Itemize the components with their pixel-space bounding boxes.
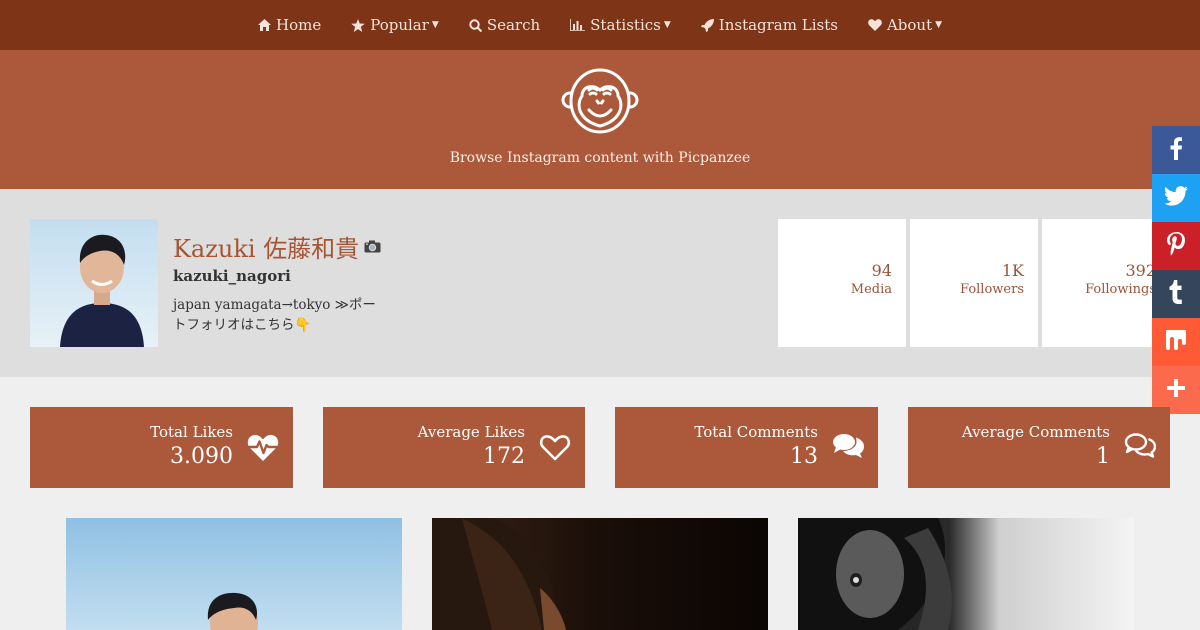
tagline: Browse Instagram content with Picpanzee (449, 150, 751, 166)
facebook-icon (1169, 136, 1183, 164)
media-thumbnail[interactable] (432, 518, 768, 630)
mix-icon (1166, 330, 1186, 354)
chevron-down-icon: ▼ (935, 20, 943, 30)
nav-home-label: Home (275, 16, 322, 34)
heart-icon (868, 19, 882, 31)
profile-name-text: Kazuki 佐藤和貴 (173, 235, 360, 263)
tumblr-icon (1169, 280, 1183, 308)
rocket-icon (700, 18, 714, 32)
average-comments-title: Average Comments (961, 423, 1110, 441)
chevron-down-icon: ▼ (663, 20, 671, 30)
profile-username: kazuki_nagori (173, 267, 291, 285)
top-navigation: Home Popular ▼ Search Statistics ▼ Insta… (0, 0, 1200, 50)
nav-popular-label: Popular (370, 16, 429, 34)
camera-icon (364, 240, 381, 253)
media-thumbnail[interactable] (66, 518, 402, 630)
plus-icon (1167, 379, 1185, 401)
chevron-down-icon: ▼ (431, 20, 439, 30)
total-likes-title: Total Likes (150, 423, 233, 441)
total-comments-value: 13 (790, 444, 818, 469)
total-comments-card: Total Comments 13 (615, 407, 878, 488)
nav-statistics-label: Statistics (590, 16, 661, 34)
mix-share-button[interactable] (1152, 318, 1200, 366)
pinterest-share-button[interactable] (1152, 222, 1200, 270)
stat-media-value: 94 (871, 261, 892, 280)
average-likes-title: Average Likes (417, 423, 525, 441)
average-likes-card: Average Likes 172 (323, 407, 585, 488)
average-likes-value: 172 (483, 444, 525, 469)
total-comments-title: Total Comments (694, 423, 818, 441)
nav-about-label: About (886, 16, 933, 34)
profile-bio-line2: トフォリオはこちら (173, 317, 295, 333)
nav-search[interactable]: Search (454, 0, 555, 50)
tumblr-share-button[interactable] (1152, 270, 1200, 318)
nav-home[interactable]: Home (243, 0, 336, 50)
pinterest-icon (1167, 232, 1185, 260)
stat-followings-value: 392 (1125, 261, 1156, 280)
stat-followings[interactable]: 392 Followings (1042, 219, 1170, 347)
nav-search-label: Search (486, 16, 541, 34)
stat-followers-value: 1K (1001, 261, 1024, 280)
bar-chart-icon (570, 19, 586, 31)
facebook-share-button[interactable] (1152, 126, 1200, 174)
heart-outline-icon (539, 431, 571, 463)
profile-bio-line1: japan yamagata→tokyo ≫ポー (173, 297, 376, 313)
comments-icon (832, 431, 864, 463)
profile-bio: japan yamagata→tokyo ≫ポー トフォリオはこちら👇 (173, 295, 388, 335)
heartbeat-icon (247, 431, 279, 463)
profile-name: Kazuki 佐藤和貴 (173, 229, 381, 264)
total-likes-card: Total Likes 3.090 (30, 407, 293, 488)
star-icon (351, 18, 365, 32)
stat-media-label: Media (850, 282, 892, 297)
media-thumbnail[interactable] (798, 518, 1134, 630)
total-likes-value: 3.090 (170, 444, 233, 469)
stat-followings-label: Followings (1085, 282, 1156, 297)
stat-media[interactable]: 94 Media (778, 219, 906, 347)
monkey-logo-icon[interactable] (560, 68, 640, 134)
pointing-down-icon: 👇 (294, 317, 312, 333)
nav-statistics[interactable]: Statistics ▼ (555, 0, 686, 50)
stat-followers[interactable]: 1K Followers (910, 219, 1038, 347)
search-icon (469, 18, 482, 32)
nav-popular[interactable]: Popular ▼ (336, 0, 454, 50)
stat-followers-label: Followers (960, 282, 1024, 297)
twitter-icon (1164, 186, 1188, 210)
average-comments-card: Average Comments 1 (908, 407, 1170, 488)
nav-about[interactable]: About ▼ (853, 0, 957, 50)
hero-banner: Browse Instagram content with Picpanzee (0, 50, 1200, 189)
nav-instagram-lists-label: Instagram Lists (718, 16, 838, 34)
home-icon (257, 19, 271, 31)
profile-section: Kazuki 佐藤和貴 kazuki_nagori japan yamagata… (0, 189, 1200, 377)
twitter-share-button[interactable] (1152, 174, 1200, 222)
nav-instagram-lists[interactable]: Instagram Lists (686, 0, 853, 50)
avatar[interactable] (30, 219, 158, 347)
average-comments-value: 1 (1096, 444, 1110, 469)
comments-outline-icon (1124, 431, 1157, 463)
share-bar (1152, 126, 1200, 414)
